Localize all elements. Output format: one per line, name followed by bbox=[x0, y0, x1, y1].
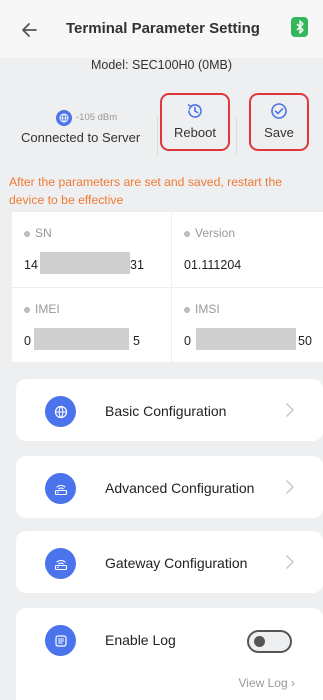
imei-value-end: 5 bbox=[133, 334, 140, 348]
page-title: Terminal Parameter Setting bbox=[66, 20, 260, 37]
globe-icon bbox=[45, 396, 76, 427]
imei-value-start: 0 bbox=[24, 334, 31, 348]
imei-cell: IMEI 0 5 bbox=[12, 288, 162, 363]
header: Terminal Parameter Setting bbox=[0, 0, 323, 58]
toggle-knob bbox=[254, 636, 265, 647]
divider bbox=[236, 116, 237, 156]
save-label: Save bbox=[264, 125, 294, 140]
terminal-parameter-page: Terminal Parameter Setting Model: SEC100… bbox=[0, 0, 323, 700]
back-arrow-icon[interactable] bbox=[20, 20, 40, 40]
advanced-configuration-label: Advanced Configuration bbox=[105, 480, 255, 496]
restart-notice: After the parameters are set and saved, … bbox=[9, 175, 283, 207]
divider bbox=[157, 116, 158, 156]
redaction-mask bbox=[196, 328, 296, 350]
version-value: 01.111204 bbox=[184, 258, 242, 272]
imsi-value-start: 0 bbox=[184, 334, 191, 348]
version-cell: Version 01.111204 bbox=[172, 212, 322, 287]
enable-log-toggle[interactable] bbox=[247, 630, 292, 653]
device-info-grid: SN 14 31 Version 01.111204 IMEI 0 5 IMSI… bbox=[12, 212, 323, 362]
imei-label: IMEI bbox=[24, 302, 60, 316]
basic-configuration-label: Basic Configuration bbox=[105, 403, 227, 419]
reboot-label: Reboot bbox=[174, 125, 216, 140]
router-icon bbox=[45, 548, 76, 579]
basic-configuration-item[interactable]: Basic Configuration bbox=[16, 379, 323, 441]
control-card: -105 dBm Connected to Server Reboot Save bbox=[11, 93, 316, 160]
connection-status: Connected to Server bbox=[21, 130, 141, 145]
advanced-configuration-item[interactable]: Advanced Configuration bbox=[16, 456, 323, 518]
chevron-right-icon: › bbox=[291, 676, 295, 690]
check-circle-icon bbox=[271, 103, 287, 119]
globe-icon bbox=[56, 110, 72, 126]
chevron-right-icon bbox=[286, 555, 294, 569]
log-icon bbox=[45, 625, 76, 656]
imsi-label: IMSI bbox=[184, 302, 220, 316]
imsi-value-end: 50 bbox=[298, 334, 312, 348]
signal-strength: -105 dBm bbox=[76, 112, 118, 123]
imsi-cell: IMSI 0 50 bbox=[172, 288, 322, 363]
chevron-right-icon bbox=[286, 480, 294, 494]
gateway-configuration-label: Gateway Configuration bbox=[105, 555, 248, 571]
reboot-clock-icon bbox=[187, 104, 202, 118]
redaction-mask bbox=[40, 252, 130, 274]
chevron-right-icon bbox=[286, 403, 294, 417]
version-label: Version bbox=[184, 226, 235, 240]
router-icon bbox=[45, 473, 76, 504]
redaction-mask bbox=[34, 328, 129, 350]
enable-log-label: Enable Log bbox=[105, 632, 176, 648]
view-log-label: View Log bbox=[238, 676, 288, 690]
sn-cell: SN 14 31 bbox=[12, 212, 162, 287]
server-status: -105 dBm Connected to Server bbox=[21, 110, 171, 160]
reboot-button[interactable]: Reboot bbox=[160, 93, 230, 151]
bluetooth-icon[interactable] bbox=[291, 17, 308, 37]
gateway-configuration-item[interactable]: Gateway Configuration bbox=[16, 531, 323, 593]
sn-value-end: 31 bbox=[130, 258, 144, 272]
view-log-link[interactable]: View Log › bbox=[239, 676, 296, 690]
sn-value-start: 14 bbox=[24, 258, 38, 272]
model-label: Model: SEC100H0 (0MB) bbox=[90, 58, 233, 72]
save-button[interactable]: Save bbox=[249, 93, 309, 151]
sn-label: SN bbox=[24, 226, 52, 240]
